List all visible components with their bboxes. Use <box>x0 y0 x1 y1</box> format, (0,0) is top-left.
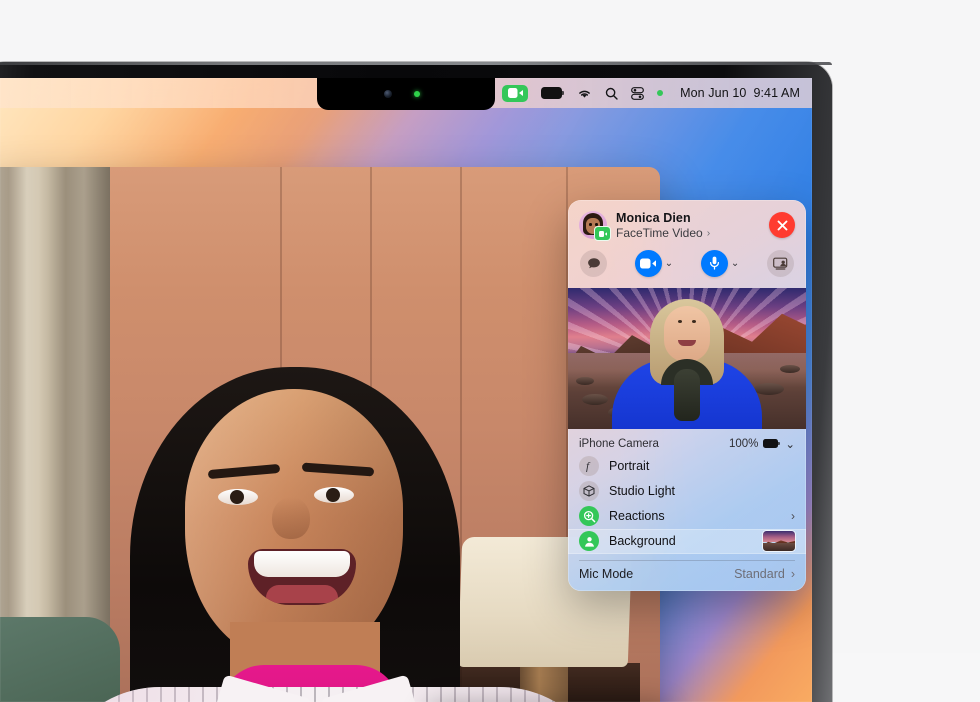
webcam-lens-icon <box>384 90 392 98</box>
chevron-down-icon-camera[interactable]: ⌄ <box>785 437 795 451</box>
menu-bar-date: Mon Jun 10 <box>680 86 747 100</box>
menu-item-label: Portrait <box>609 459 650 474</box>
chevron-right-icon-reactions[interactable]: › <box>791 509 795 523</box>
display-notch <box>317 78 495 110</box>
menu-item-studio-light[interactable]: Studio Light <box>568 479 806 504</box>
iphone-camera-row[interactable]: iPhone Camera 100% ⌄ <box>568 429 806 454</box>
studio-light-icon <box>579 481 599 502</box>
video-control-group: ⌄ <box>634 249 673 277</box>
avatar[interactable] <box>579 211 611 242</box>
menu-item-label: Reactions <box>609 509 665 524</box>
battery-icon[interactable] <box>541 87 565 99</box>
facetime-call-popover: Monica Dien FaceTime Video › ⌄ ⌄ iPhone … <box>568 200 806 592</box>
mic-control-group: ⌄ <box>700 249 739 277</box>
self-video-preview[interactable] <box>568 287 806 429</box>
camera-active-led <box>414 91 420 97</box>
menu-item-reactions[interactable]: Reactions › <box>568 504 806 529</box>
reactions-icon <box>579 506 599 527</box>
caller-info: Monica Dien FaceTime Video › <box>616 211 769 240</box>
mic-mode-value: Standard <box>734 567 785 582</box>
wifi-icon[interactable] <box>577 88 592 99</box>
green-recording-dot <box>657 90 664 96</box>
facetime-main-video[interactable] <box>0 167 660 702</box>
message-bubble-icon[interactable] <box>580 249 607 277</box>
background-icon <box>579 531 599 552</box>
chevron-down-icon-mic[interactable]: ⌄ <box>731 258 739 269</box>
video-camera-icon[interactable] <box>634 249 662 277</box>
menu-bar-clock[interactable]: Mon Jun 10 9:41 AM <box>680 86 800 100</box>
eye-right <box>314 487 354 503</box>
battery-icon-small <box>763 439 781 449</box>
macbook-screen: Mon Jun 10 9:41 AM Monica Dien FaceTime … <box>0 78 812 702</box>
camera-battery-percent: 100% <box>728 437 759 450</box>
caller-name: Monica Dien <box>616 211 691 225</box>
chevron-down-icon-video[interactable]: ⌄ <box>665 258 673 269</box>
control-center-icon[interactable] <box>631 86 645 100</box>
chevron-right-icon: › <box>706 226 711 239</box>
chevron-right-icon-mic-mode[interactable]: › <box>791 567 795 581</box>
nose <box>272 497 310 539</box>
menu-item-portrait[interactable]: f Portrait <box>568 454 806 479</box>
popover-header: Monica Dien FaceTime Video › <box>568 200 806 244</box>
screenshot-stage: Mon Jun 10 9:41 AM Monica Dien FaceTime … <box>0 0 980 702</box>
menu-item-label: Studio Light <box>609 484 676 499</box>
mic-mode-label: Mic Mode <box>579 567 634 582</box>
camera-source-label: iPhone Camera <box>579 437 659 450</box>
menu-item-background[interactable]: Background <box>568 528 806 554</box>
background-thumbnail[interactable] <box>763 531 795 552</box>
facetime-menu-icon[interactable] <box>502 84 529 102</box>
microphone-icon[interactable] <box>700 249 728 277</box>
preview-participant-face <box>664 305 710 362</box>
call-type-row[interactable]: FaceTime Video › <box>616 226 769 240</box>
macbook-device: Mon Jun 10 9:41 AM Monica Dien FaceTime … <box>0 62 832 702</box>
eye-left <box>218 489 258 505</box>
search-icon[interactable] <box>605 87 618 100</box>
svg-text:f: f <box>586 461 591 472</box>
end-call-button[interactable] <box>769 212 795 239</box>
menu-item-label: Background <box>609 534 676 549</box>
facetime-badge-icon <box>594 226 611 242</box>
portrait-f-icon: f <box>579 456 599 477</box>
call-type-label: FaceTime Video <box>616 225 703 240</box>
device-top-edge <box>0 62 832 65</box>
effects-list: iPhone Camera 100% ⌄ f Portrait Studio L… <box>568 429 806 592</box>
menu-bar-time: 9:41 AM <box>753 86 800 100</box>
popover-action-bar: ⌄ ⌄ <box>568 244 806 288</box>
share-screen-icon[interactable] <box>766 249 794 277</box>
mic-mode-row[interactable]: Mic Mode Standard › <box>568 560 806 591</box>
